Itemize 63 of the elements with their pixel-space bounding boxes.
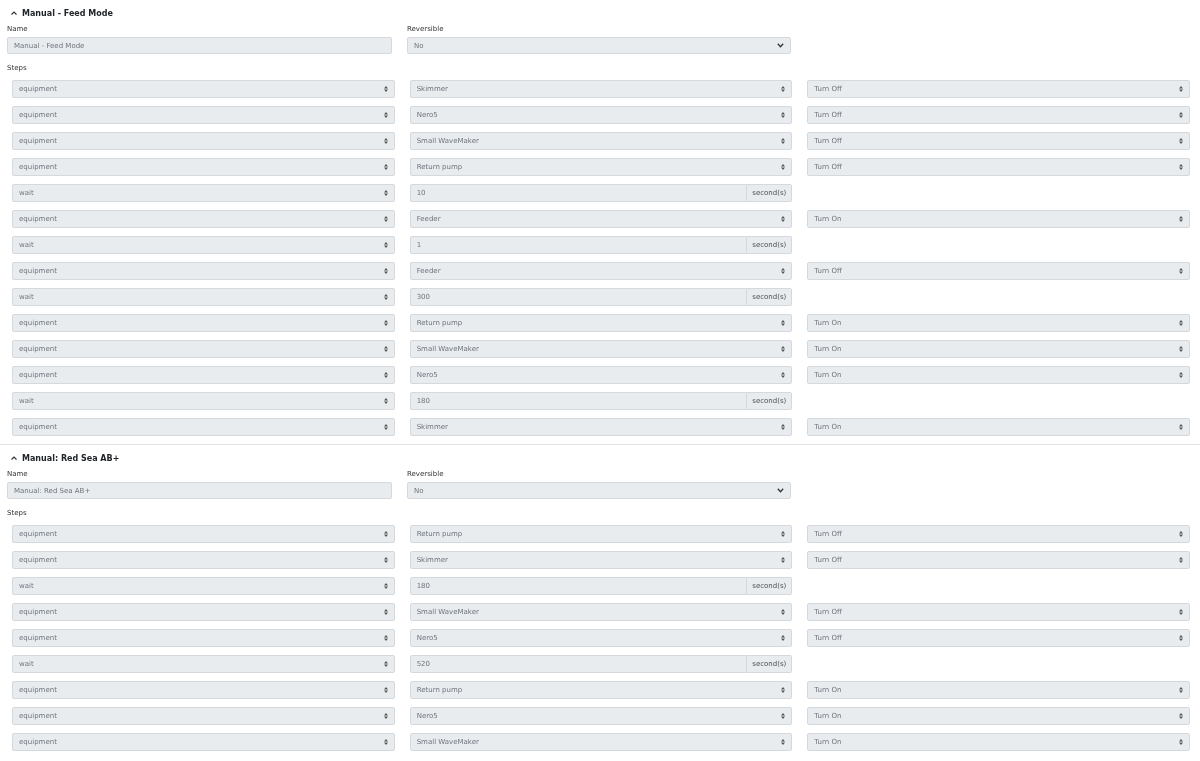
sort-caret-icon xyxy=(383,424,388,430)
sort-caret-icon xyxy=(1179,216,1183,222)
sort-caret-icon xyxy=(383,86,388,92)
sort-caret-icon xyxy=(383,557,388,563)
sort-caret-icon xyxy=(383,216,388,222)
sort-caret-icon xyxy=(383,242,388,248)
sort-caret-icon xyxy=(383,190,388,196)
sort-caret-icon xyxy=(1179,713,1183,719)
sort-caret-icon xyxy=(383,112,388,118)
sort-caret-icon xyxy=(1179,164,1183,170)
sort-caret-icon xyxy=(781,112,786,118)
sort-caret-icon xyxy=(1179,739,1183,745)
sort-caret-icon xyxy=(383,294,388,300)
sort-caret-icon xyxy=(1179,424,1183,430)
sort-caret-icon xyxy=(781,739,786,745)
sort-caret-icon xyxy=(383,268,388,274)
section-title: Manual - Feed Mode xyxy=(22,8,113,18)
sort-caret-icon xyxy=(1179,320,1183,326)
sort-caret-icon xyxy=(383,713,388,719)
sort-caret-icon xyxy=(1179,609,1183,615)
sort-caret-icon xyxy=(781,557,786,563)
sort-caret-icon xyxy=(781,635,786,641)
sort-caret-icon xyxy=(781,138,786,144)
sort-caret-icon xyxy=(383,609,388,615)
sort-caret-icon xyxy=(383,661,388,667)
sort-caret-icon xyxy=(781,164,786,170)
sort-caret-icon xyxy=(781,86,786,92)
section-title: Manual: Red Sea AB+ xyxy=(22,453,120,463)
sort-caret-icon xyxy=(1179,138,1183,144)
chevron-down-icon xyxy=(777,488,784,493)
sort-caret-icon xyxy=(383,138,388,144)
sort-caret-icon xyxy=(1179,557,1183,563)
sort-caret-icon xyxy=(781,346,786,352)
sort-caret-icon xyxy=(383,398,388,404)
chevron-up-icon[interactable] xyxy=(11,456,17,460)
sort-caret-icon xyxy=(383,372,388,378)
sort-caret-icon xyxy=(781,713,786,719)
sort-caret-icon xyxy=(781,320,786,326)
sort-caret-icon xyxy=(383,635,388,641)
sort-caret-icon xyxy=(383,346,388,352)
sort-caret-icon xyxy=(383,583,388,589)
sort-caret-icon xyxy=(1179,268,1183,274)
sort-caret-icon xyxy=(781,687,786,693)
sort-caret-icon xyxy=(1179,531,1183,537)
sort-caret-icon xyxy=(383,687,388,693)
sort-caret-icon xyxy=(781,424,786,430)
sort-caret-icon xyxy=(1179,635,1183,641)
sort-caret-icon xyxy=(1179,112,1183,118)
sort-caret-icon xyxy=(781,531,786,537)
sort-caret-icon xyxy=(781,609,786,615)
chevron-up-icon[interactable] xyxy=(11,11,17,15)
sort-caret-icon xyxy=(781,372,786,378)
sort-caret-icon xyxy=(1179,86,1183,92)
sort-caret-icon xyxy=(383,739,388,745)
sort-caret-icon xyxy=(383,531,388,537)
sort-caret-icon xyxy=(781,268,786,274)
sort-caret-icon xyxy=(1179,687,1183,693)
sort-caret-icon xyxy=(383,320,388,326)
sort-caret-icon xyxy=(781,216,786,222)
sort-caret-icon xyxy=(1179,372,1183,378)
chevron-down-icon xyxy=(777,43,784,48)
sort-caret-icon xyxy=(383,164,388,170)
sort-caret-icon xyxy=(1179,346,1183,352)
